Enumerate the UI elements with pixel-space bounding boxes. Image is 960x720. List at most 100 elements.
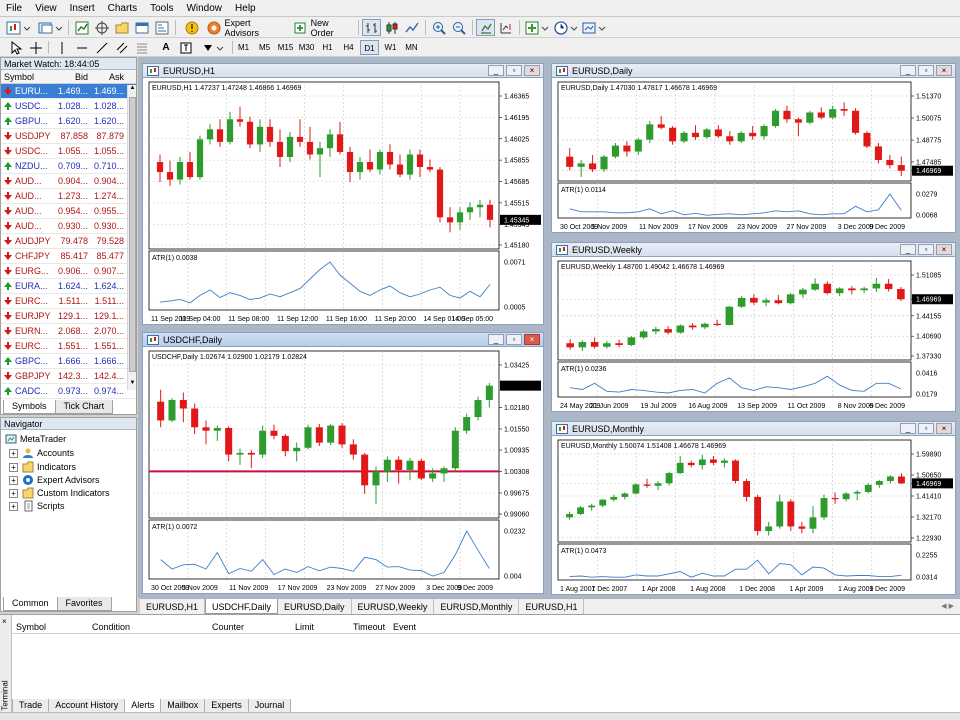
atr-pane[interactable] <box>557 543 912 581</box>
timeframe-w1[interactable]: W1 <box>381 40 400 55</box>
tab-common[interactable]: Common <box>3 597 58 611</box>
expand-icon[interactable]: + <box>9 488 18 498</box>
expand-icon[interactable]: + <box>9 448 18 458</box>
navigator-item-indicators[interactable]: + Indicators <box>9 461 76 473</box>
column-limit[interactable]: Limit <box>295 622 314 632</box>
atr-pane[interactable] <box>148 250 500 311</box>
menu-insert[interactable]: Insert <box>64 0 102 16</box>
market-watch-row[interactable]: EURU... 1.469... 1.469... <box>1 84 136 99</box>
chart-canvas[interactable]: 1.46365 1.46195 1.46025 1.45855 1.45685 1.455… <box>143 78 543 324</box>
data-window-button[interactable] <box>92 19 111 36</box>
text-label-button[interactable] <box>178 39 194 56</box>
expand-icon[interactable]: + <box>9 475 18 485</box>
close-icon[interactable]: × <box>524 334 540 345</box>
strategy-tester-button[interactable] <box>152 19 171 36</box>
column-condition[interactable]: Condition <box>92 622 130 632</box>
menu-view[interactable]: View <box>29 0 64 16</box>
column-symbol[interactable]: Symbol <box>16 622 46 632</box>
column-bid[interactable]: Bid <box>53 70 90 83</box>
terminal-tab[interactable]: Trade <box>12 699 50 713</box>
maximize-icon[interactable]: ▫ <box>918 423 934 434</box>
profiles-button[interactable] <box>36 19 64 36</box>
terminal-tab[interactable]: Journal <box>247 699 292 713</box>
maximize-icon[interactable]: ▫ <box>918 244 934 255</box>
column-event[interactable]: Event <box>393 622 416 632</box>
terminal-sidebar[interactable]: × Terminal <box>0 615 12 720</box>
minimize-icon[interactable]: _ <box>488 65 504 76</box>
navigator-item-scripts[interactable]: + Scripts <box>9 500 65 512</box>
timeframe-m1[interactable]: M1 <box>234 40 253 55</box>
new-order-button[interactable]: New Order <box>290 18 354 38</box>
timeframe-m5[interactable]: M5 <box>255 40 274 55</box>
navigator-button[interactable] <box>112 19 131 36</box>
navigator-item-accounts[interactable]: + Accounts <box>9 447 74 459</box>
menu-help[interactable]: Help <box>229 0 263 16</box>
tab-symbols[interactable]: Symbols <box>3 400 56 414</box>
scroll-thumb[interactable] <box>129 97 136 372</box>
price-pane[interactable] <box>557 260 912 361</box>
terminal-tab[interactable]: Account History <box>48 699 126 713</box>
window-tab[interactable]: EURUSD,H1 <box>519 599 585 614</box>
chart-window-titlebar[interactable]: USDCHF,Daily _ ▫ × <box>143 333 543 347</box>
close-icon[interactable]: × <box>936 244 952 255</box>
chart-canvas[interactable]: 1.03425 1.02180 1.01550 1.00935 1.00308 0.996… <box>143 347 543 593</box>
maximize-icon[interactable]: ▫ <box>506 65 522 76</box>
terminal-close-icon[interactable]: × <box>2 617 7 626</box>
chart-window-eurusd-daily[interactable]: EURUSD,Daily _ ▫ × 1.51370 1.50075 1.48775 1.47… <box>551 63 956 233</box>
minimize-icon[interactable]: _ <box>900 65 916 76</box>
crosshair-button[interactable] <box>28 39 44 56</box>
column-symbol[interactable]: Symbol <box>1 70 53 83</box>
market-watch-row[interactable]: EURC... 1.551... 1.551... <box>1 339 136 354</box>
window-tab[interactable]: EURUSD,Monthly <box>434 599 520 614</box>
vertical-line-button[interactable] <box>54 39 70 56</box>
maximize-icon[interactable]: ▫ <box>918 65 934 76</box>
market-watch-row[interactable]: CHFJPY 85.417 85.477 <box>1 249 136 264</box>
horizontal-line-button[interactable] <box>74 39 90 56</box>
timeframe-m15[interactable]: M15 <box>276 40 295 55</box>
market-watch-row[interactable]: USDC... 1.055... 1.055... <box>1 144 136 159</box>
terminal-button[interactable] <box>132 19 151 36</box>
navigator-root[interactable]: MetaTrader <box>5 433 66 445</box>
terminal-tab[interactable]: Alerts <box>124 699 162 713</box>
market-watch-row[interactable]: AUD... 1.273... 1.274... <box>1 189 136 204</box>
chart-window-titlebar[interactable]: EURUSD,Weekly _ ▫ × <box>552 243 955 257</box>
market-watch-row[interactable]: GBPU... 1.620... 1.620... <box>1 114 136 129</box>
alert-button[interactable] <box>182 19 201 36</box>
column-timeout[interactable]: Timeout <box>353 622 385 632</box>
expert-advisors-button[interactable]: Expert Advisors <box>204 18 286 38</box>
chart-window-eurusd-h1[interactable]: EURUSD,H1 _ ▫ × 1.46365 1.46195 1.46025 1.45855… <box>142 63 544 325</box>
market-watch-row[interactable]: GBPJPY 142.3... 142.4... <box>1 369 136 384</box>
timeframe-h4[interactable]: H4 <box>339 40 358 55</box>
zoom-in-button[interactable] <box>429 19 448 36</box>
templates-button[interactable] <box>580 19 607 36</box>
chart-window-titlebar[interactable]: EURUSD,Monthly _ ▫ × <box>552 422 955 436</box>
line-chart-button[interactable] <box>402 19 421 36</box>
fibonacci-button[interactable] <box>134 39 150 56</box>
column-ask[interactable]: Ask <box>90 70 126 83</box>
chart-window-eurusd-monthly[interactable]: EURUSD,Monthly_▫×1.598901.506501.469691.… <box>551 421 956 595</box>
market-watch-row[interactable]: NZDU... 0.709... 0.710... <box>1 159 136 174</box>
trendline-button[interactable] <box>94 39 110 56</box>
zoom-out-button[interactable] <box>449 19 468 36</box>
window-tab[interactable]: EURUSD,Weekly <box>352 599 435 614</box>
market-watch-row[interactable]: CADC... 0.973... 0.974... <box>1 384 136 399</box>
market-watch-row[interactable]: EURC... 1.511... 1.511... <box>1 294 136 309</box>
market-watch-scrollbar[interactable]: ▲ ▼ <box>127 85 136 390</box>
equidistant-channel-button[interactable] <box>114 39 130 56</box>
window-tab[interactable]: EURUSD,H1 <box>140 599 206 614</box>
market-watch-row[interactable]: EURG... 0.906... 0.907... <box>1 264 136 279</box>
scroll-down-icon[interactable]: ▼ <box>129 380 136 389</box>
chart-canvas[interactable]: 1.510851.469691.441551.406901.373301.469… <box>552 257 955 411</box>
bar-chart-button[interactable] <box>362 19 381 36</box>
arrows-button[interactable] <box>200 39 226 56</box>
timeframe-mn[interactable]: MN <box>402 40 421 55</box>
minimize-icon[interactable]: _ <box>900 423 916 434</box>
terminal-tab[interactable]: Mailbox <box>160 699 206 713</box>
market-watch-row[interactable]: EURN... 2.068... 2.070... <box>1 324 136 339</box>
column-counter[interactable]: Counter <box>212 622 244 632</box>
market-watch-row[interactable]: USDJPY 87.858 87.879 <box>1 129 136 144</box>
terminal-tab[interactable]: Experts <box>204 699 249 713</box>
indicators-list-button[interactable] <box>523 19 550 36</box>
menu-charts[interactable]: Charts <box>102 0 144 16</box>
chart-canvas[interactable]: 1.598901.506501.469691.414101.321701.229… <box>552 436 955 594</box>
